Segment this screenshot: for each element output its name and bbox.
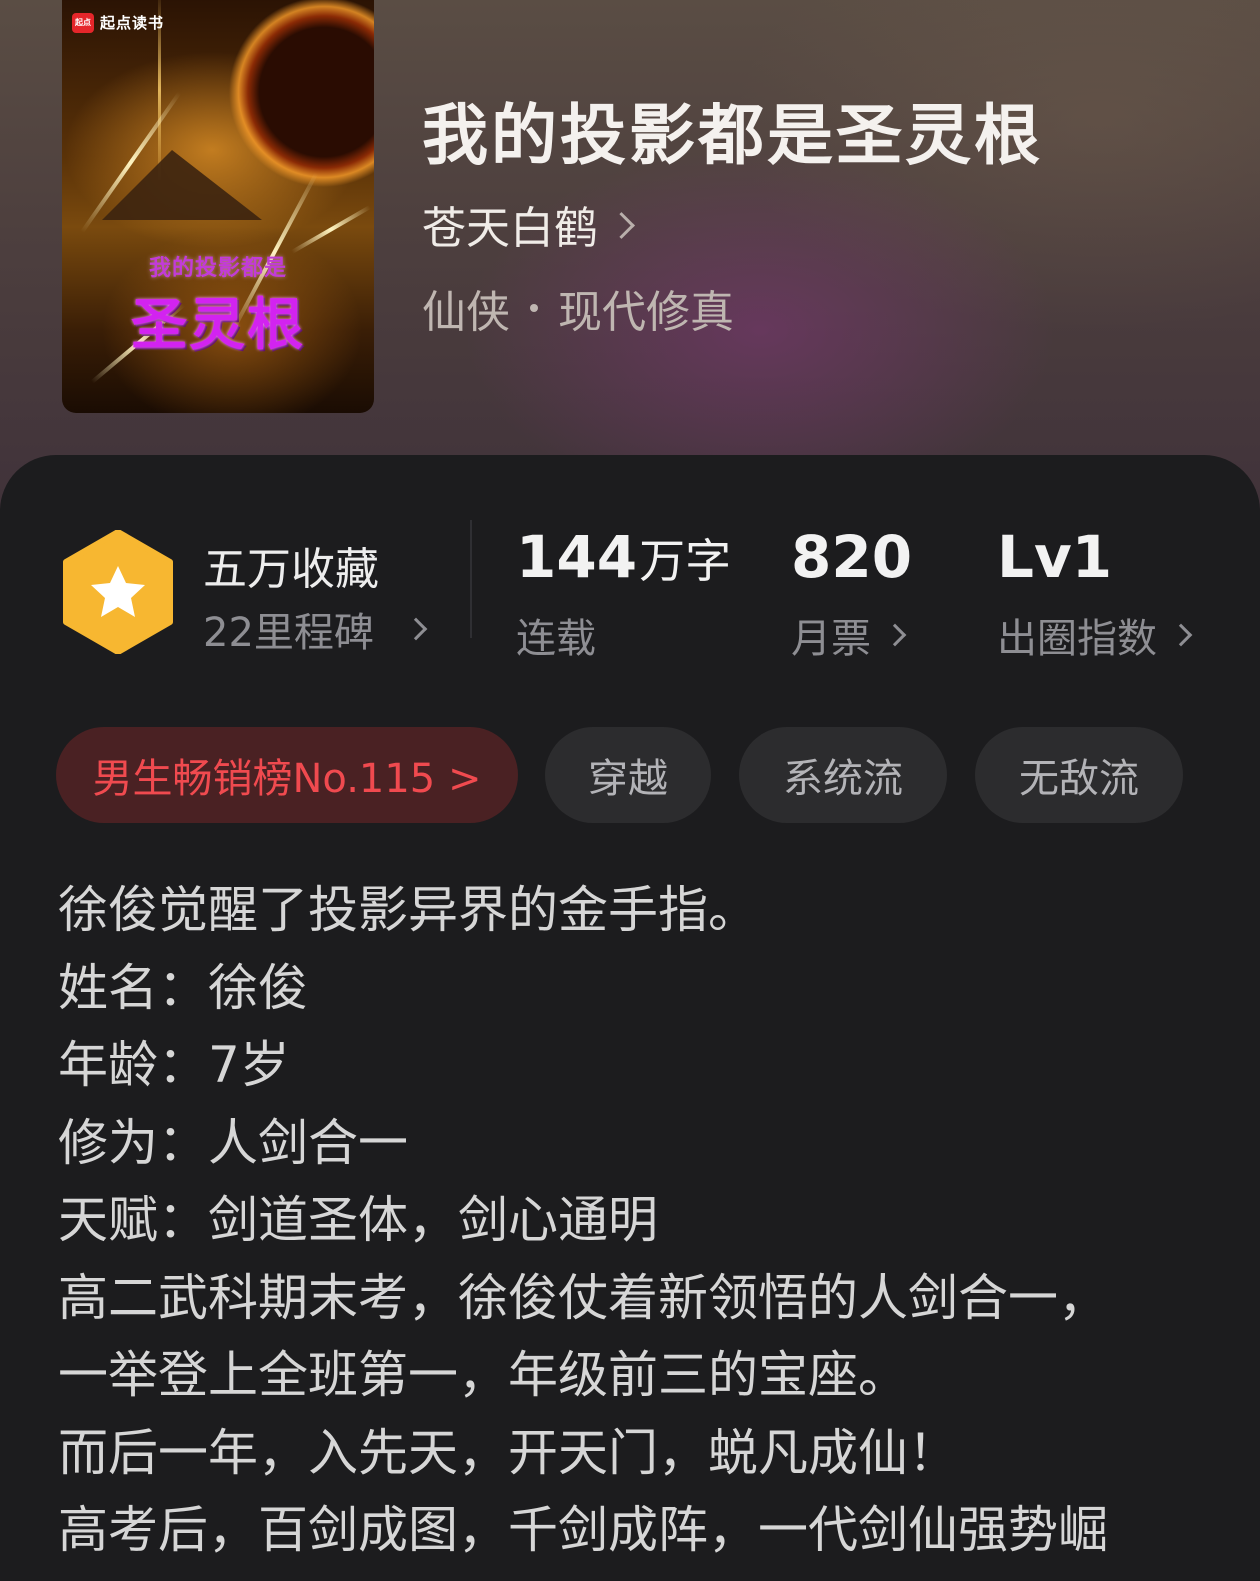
popularity-level-value[interactable]: Lv1 [997, 524, 1112, 590]
milestones-label: 22里程碑 [203, 610, 374, 656]
genre-sub[interactable]: 现代修真 [558, 276, 734, 340]
genre-line: 仙侠 现代修真 [422, 276, 734, 340]
cover-light-beam [291, 205, 371, 254]
separator-dot [530, 304, 538, 312]
synopsis-line: 而后一年，入先天，开天门，蜕凡成仙！ [58, 1423, 958, 1482]
tag-system[interactable]: 系统流 [739, 727, 947, 823]
synopsis-line: 姓名：徐俊 [58, 958, 308, 1017]
milestones-link[interactable]: 22里程碑 [203, 600, 428, 658]
synopsis-line: 年龄：7岁 [58, 1036, 290, 1094]
chevron-right-icon [404, 617, 428, 641]
popularity-index-link[interactable]: 出圈指数 [997, 606, 1193, 664]
genre-main[interactable]: 仙侠 [422, 276, 510, 340]
monthly-votes-value[interactable]: 820 [791, 524, 912, 590]
cover-publisher-logo: 起点 起点读书 [72, 12, 164, 33]
cover-mountain [102, 150, 262, 220]
chevron-right-icon [1169, 623, 1193, 647]
chevron-right-icon [883, 623, 907, 647]
synopsis-line: 一举登上全班第一，年级前三的宝座。 [58, 1346, 908, 1404]
tag-invincible[interactable]: 无敌流 [975, 727, 1183, 823]
monthly-votes-link[interactable]: 月票 [791, 606, 907, 664]
synopsis-line: 高考后，百剑成图，千剑成阵，一代剑仙强势崛 [58, 1501, 1108, 1559]
qidian-logo-icon: 起点 [72, 12, 94, 33]
bestseller-rank-tag[interactable]: 男生畅销榜No.115 > [56, 727, 518, 823]
book-title: 我的投影都是圣灵根 [422, 96, 1043, 174]
word-count-value: 144 [516, 523, 638, 591]
chevron-right-icon [608, 211, 635, 239]
stats-divider [470, 520, 472, 638]
cover-subtitle: 我的投影都是 [148, 256, 287, 281]
synopsis-line: 高二武科期末考，徐俊仗着新领悟的人剑合一， [58, 1268, 1108, 1327]
serial-status-label: 连载 [516, 616, 596, 662]
monthly-votes-label: 月票 [791, 616, 871, 662]
word-count: 144万字 [516, 524, 731, 594]
synopsis-line: 徐俊觉醒了投影异界的金手指。 [58, 881, 758, 939]
synopsis-line: 修为：人剑合一 [58, 1113, 408, 1172]
serial-status: 连载 [516, 606, 596, 664]
word-count-unit: 万字 [639, 534, 732, 588]
tag-time-travel[interactable]: 穿越 [545, 727, 711, 823]
synopsis-line: 天赋：剑道圣体，剑心通明 [58, 1191, 658, 1249]
star-badge-icon[interactable] [62, 530, 174, 654]
author-name: 苍天白鹤 [422, 203, 598, 254]
cover-publisher-name: 起点读书 [100, 14, 165, 32]
book-cover[interactable]: 起点 起点读书 我的投影都是 圣灵根 [62, 0, 374, 413]
book-synopsis[interactable]: 徐俊觉醒了投影异界的金手指。 姓名：徐俊 年龄：7岁 修为：人剑合一 天赋：剑道… [58, 872, 1218, 1570]
favorites-count[interactable]: 五万收藏 [203, 533, 379, 597]
cover-title: 圣灵根 [131, 293, 305, 358]
author-link[interactable]: 苍天白鹤 [422, 192, 635, 256]
popularity-index-label: 出圈指数 [997, 616, 1157, 662]
